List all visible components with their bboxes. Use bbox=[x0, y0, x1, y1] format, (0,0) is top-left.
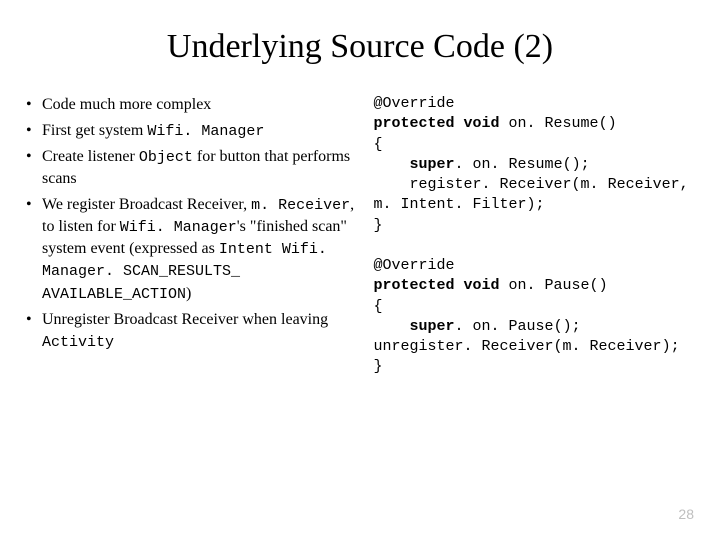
code-line: unregister. Receiver(m. Receiver); bbox=[374, 338, 680, 355]
code-inline: Wifi. Manager bbox=[147, 123, 264, 140]
code-keyword: super bbox=[374, 156, 455, 173]
bullet-item: Code much more complex bbox=[22, 94, 368, 116]
code-line: . on. Pause(); bbox=[455, 318, 581, 335]
bullet-list: Code much more complex First get system … bbox=[22, 94, 368, 353]
bullet-text: Create listener bbox=[42, 148, 139, 165]
code-line: on. Pause() bbox=[500, 277, 608, 294]
bullet-item: First get system Wifi. Manager bbox=[22, 120, 368, 142]
slide: Underlying Source Code (2) Code much mor… bbox=[0, 0, 720, 540]
code-line: @Override bbox=[374, 95, 455, 112]
code-inline: Wifi. Manager bbox=[120, 219, 237, 236]
bullet-text: ) bbox=[186, 285, 191, 302]
code-block: @Override protected void on. Resume() { … bbox=[374, 94, 698, 378]
bullet-item: We register Broadcast Receiver, m. Recei… bbox=[22, 194, 368, 305]
code-keyword: protected void bbox=[374, 115, 500, 132]
bullet-text: Code much more complex bbox=[42, 96, 211, 113]
code-line: } bbox=[374, 217, 383, 234]
code-line: } bbox=[374, 358, 383, 375]
code-inline: Activity bbox=[42, 334, 114, 351]
bullet-item: Unregister Broadcast Receiver when leavi… bbox=[22, 309, 368, 353]
content-columns: Code much more complex First get system … bbox=[22, 94, 698, 378]
left-column: Code much more complex First get system … bbox=[22, 94, 374, 357]
code-keyword: protected void bbox=[374, 277, 500, 294]
page-number: 28 bbox=[678, 506, 694, 522]
bullet-text: First get system bbox=[42, 122, 147, 139]
code-keyword: super bbox=[374, 318, 455, 335]
code-inline: Object bbox=[139, 149, 193, 166]
bullet-text: We register Broadcast Receiver, bbox=[42, 196, 251, 213]
code-line: register. Receiver(m. Receiver, m. Inten… bbox=[374, 176, 698, 213]
code-blank bbox=[374, 237, 383, 254]
code-line: { bbox=[374, 136, 383, 153]
code-line: { bbox=[374, 298, 383, 315]
right-column: @Override protected void on. Resume() { … bbox=[374, 94, 698, 378]
code-line: @Override bbox=[374, 257, 455, 274]
code-inline: m. Receiver bbox=[251, 197, 350, 214]
code-line: on. Resume() bbox=[500, 115, 617, 132]
bullet-text: Unregister Broadcast Receiver when leavi… bbox=[42, 311, 328, 328]
code-line: . on. Resume(); bbox=[455, 156, 590, 173]
bullet-item: Create listener Object for button that p… bbox=[22, 146, 368, 190]
slide-title: Underlying Source Code (2) bbox=[22, 28, 698, 66]
